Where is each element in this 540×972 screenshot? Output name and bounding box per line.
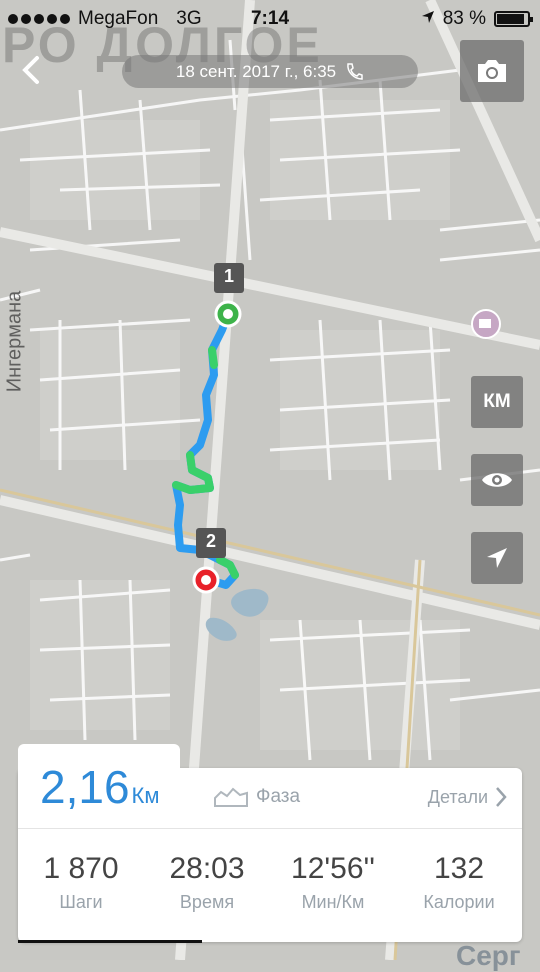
phone-icon: [347, 62, 363, 80]
bottom-map-label: Серг: [456, 940, 521, 971]
distance-unit: Км: [131, 783, 160, 808]
navigation-arrow-icon: [487, 548, 507, 568]
details-link[interactable]: Детали: [428, 786, 508, 808]
summary-card: 2,16 Км Фаза Детали 1 870 Шаги 28:03 Вре…: [18, 744, 522, 942]
stat-value: 1 870: [43, 852, 119, 885]
distance-tab[interactable]: 2,16 Км: [18, 744, 180, 828]
battery-percent: 83 %: [442, 8, 486, 29]
area-chart-icon: [214, 787, 248, 807]
camera-icon: [478, 60, 506, 82]
divider: [18, 828, 522, 829]
stat-label: Мин/Км: [301, 892, 365, 912]
status-bar: MegaFon 3G 7:14 83 %: [0, 0, 540, 36]
date-time-pill: 18 сент. 2017 г., 6:35: [122, 55, 418, 88]
battery-icon: [494, 11, 533, 27]
date-time-label: 18 сент. 2017 г., 6:35: [175, 61, 337, 81]
chevron-left-icon: [22, 56, 39, 84]
stat-pace: 12'56'' Мин/Км: [270, 852, 396, 913]
side-street-label: Ингермана: [3, 290, 26, 393]
stat-calories: 132 Калории: [396, 852, 522, 913]
camera-button[interactable]: [460, 40, 524, 102]
stat-label: Шаги: [59, 892, 103, 912]
stat-label: Калории: [423, 892, 495, 912]
stat-value: 132: [433, 852, 485, 885]
stat-value: 28:03: [169, 852, 245, 885]
locate-button[interactable]: [471, 532, 523, 584]
chevron-right-icon: [496, 787, 507, 807]
stat-steps: 1 870 Шаги: [18, 852, 144, 913]
stat-label: Время: [179, 892, 235, 912]
unit-toggle-button[interactable]: КМ: [471, 376, 523, 428]
location-arrow-icon: [421, 8, 435, 30]
stats-row: 1 870 Шаги 28:03 Время 12'56'' Мин/Км 13…: [18, 852, 522, 913]
distance-value: 2,16: [40, 761, 130, 813]
stat-value: 12'56'': [291, 852, 375, 885]
home-indicator: [18, 940, 202, 943]
marker-2-label: 2: [205, 531, 216, 551]
phase-tab[interactable]: Фаза: [214, 786, 300, 808]
eye-icon: [482, 473, 512, 487]
visibility-button[interactable]: [471, 454, 523, 506]
phase-label: Фаза: [256, 786, 301, 807]
marker-1-label: 1: [223, 266, 234, 286]
stat-time: 28:03 Время: [144, 852, 270, 913]
details-label: Детали: [427, 786, 488, 807]
back-button[interactable]: [14, 52, 50, 88]
